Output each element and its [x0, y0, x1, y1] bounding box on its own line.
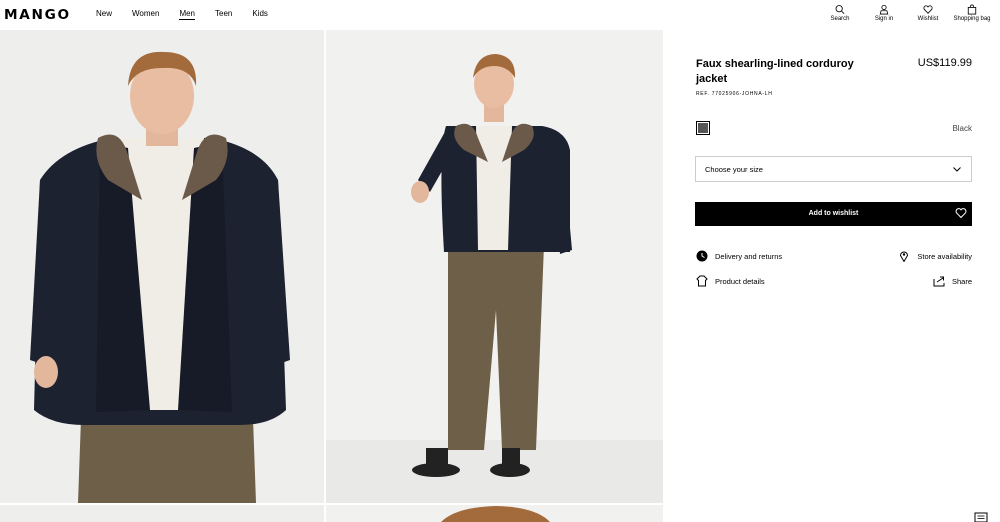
model-full-image [326, 54, 663, 503]
chat-icon[interactable] [974, 512, 988, 522]
product-details-link[interactable]: Product details [696, 275, 765, 287]
search-label: Search [830, 16, 850, 22]
share-label: Share [951, 276, 972, 286]
clock-icon [696, 250, 708, 262]
product-photo-3[interactable] [0, 505, 324, 522]
store-availability-label: Store availability [917, 251, 972, 261]
model-closeup-image [441, 506, 550, 522]
main-nav: New Women Men Teen Kids [96, 9, 288, 20]
model-front-image [30, 51, 290, 503]
add-to-wishlist-label: Add to wishlist [808, 210, 859, 217]
store-availability-link[interactable]: Store availability [898, 250, 972, 262]
heart-icon [923, 5, 933, 14]
swatch-fill [698, 123, 708, 133]
mango-logo[interactable]: MANGO [4, 8, 71, 23]
search-icon [835, 5, 845, 14]
size-select[interactable]: Choose your size [695, 156, 972, 182]
size-select-placeholder: Choose your size [705, 165, 763, 174]
search-button[interactable]: Search [828, 4, 852, 22]
chevron-down-icon [953, 167, 961, 172]
shopping-bag-button[interactable]: Shopping bag [953, 4, 991, 22]
product-photo-full[interactable] [326, 30, 663, 503]
product-details-label: Product details [715, 276, 765, 286]
wishlist-label: Wishlist [917, 16, 939, 22]
heart-icon[interactable] [955, 207, 967, 219]
add-to-wishlist-button[interactable]: Add to wishlist [695, 202, 972, 226]
user-icon [879, 4, 889, 15]
hanger-tag-icon [696, 275, 708, 287]
header-actions: Search Sign in Wishlist Shopping bag [808, 4, 991, 22]
product-photo-front[interactable] [0, 30, 324, 503]
wishlist-button[interactable]: Wishlist [916, 4, 940, 22]
share-icon [933, 276, 945, 287]
color-swatch-black[interactable] [696, 121, 710, 135]
product-price: US$119.99 [917, 57, 972, 69]
selected-color-name: Black [952, 124, 972, 133]
sign-in-label: Sign in [874, 16, 894, 22]
nav-teen[interactable]: Teen [215, 9, 232, 20]
shopping-bag-label: Shopping bag [953, 16, 991, 22]
nav-new[interactable]: New [96, 9, 112, 20]
nav-women[interactable]: Women [132, 9, 159, 20]
nav-men[interactable]: Men [179, 9, 195, 20]
header: MANGO New Women Men Teen Kids Search Sig… [0, 0, 1000, 30]
location-pin-icon [900, 251, 909, 262]
sign-in-button[interactable]: Sign in [872, 4, 896, 22]
delivery-returns-link[interactable]: Delivery and returns [696, 250, 782, 262]
product-photo-4[interactable] [326, 505, 663, 522]
product-title: Faux shearling-lined corduroy jacket [696, 58, 854, 85]
product-info-panel: Faux shearling-lined corduroy jacket US$… [663, 30, 1000, 522]
delivery-returns-label: Delivery and returns [715, 251, 783, 261]
share-link[interactable]: Share [933, 275, 972, 287]
bag-icon [967, 4, 977, 15]
nav-kids[interactable]: Kids [252, 9, 268, 20]
product-ref: REF. 77025906-JOHNA-LH [696, 91, 773, 97]
